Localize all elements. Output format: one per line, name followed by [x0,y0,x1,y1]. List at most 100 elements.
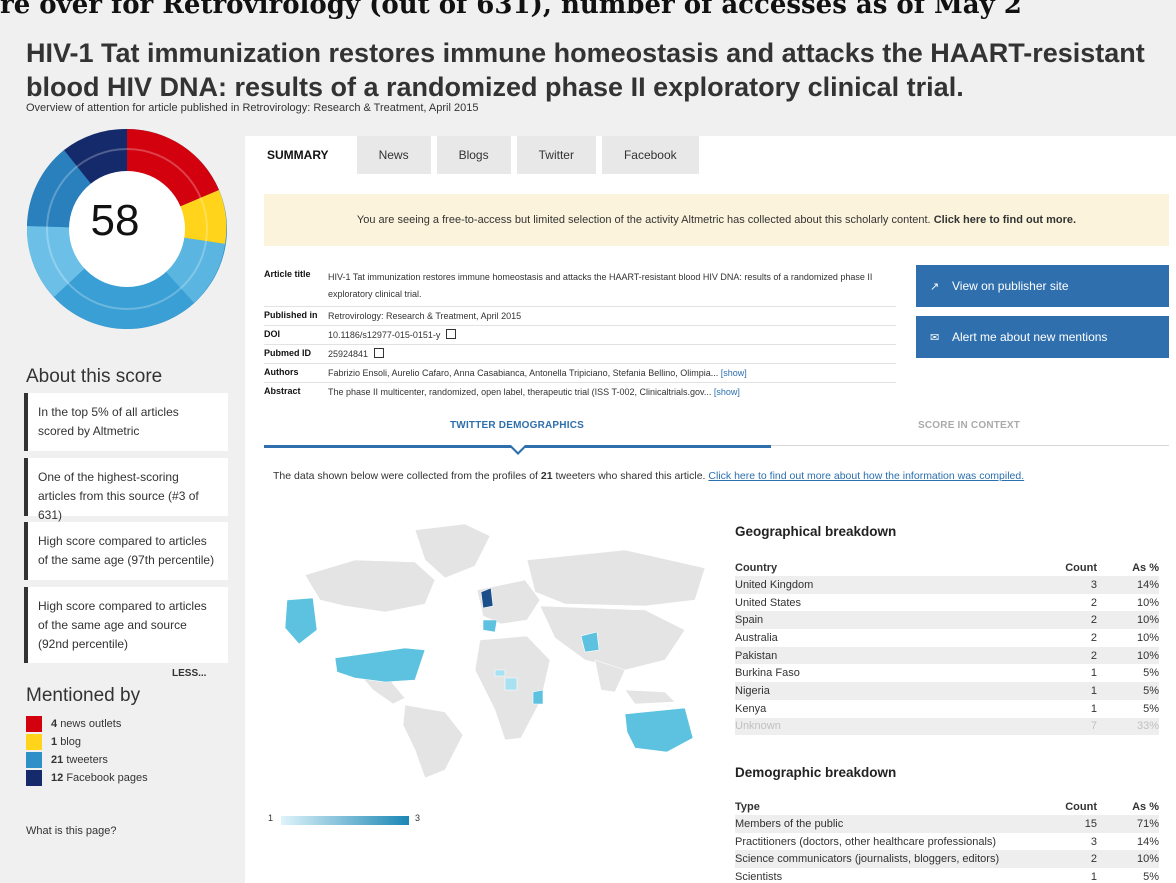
meta-row: DOI 10.1186/s12977-015-0151-y [264,326,896,345]
tab-facebook[interactable]: Facebook [601,136,699,174]
altmetric-score: 58 [90,196,140,245]
mention-label: news outlets [60,718,122,730]
map-canada [304,559,436,613]
mention-label: blog [60,736,81,748]
tab-bar: SUMMARY News Blogs Twitter Facebook [245,136,705,174]
meta-value: HIV-1 Tat immunization restores immune h… [328,272,873,299]
map-alaska [284,597,318,645]
external-link-icon[interactable] [373,348,384,358]
show-abstract-link[interactable]: [show] [714,387,740,397]
cell-count: 2 [1041,646,1097,665]
col-header: Country [735,562,778,574]
map-legend-min: 1 [268,813,274,823]
map-burkina-faso [494,669,506,677]
mention-label: tweeters [66,754,108,766]
map-legend-max: 3 [415,813,421,823]
what-is-this-page-link[interactable]: What is this page? [26,825,117,837]
cell-percent: 5% [1097,682,1159,700]
meta-label: Published in [264,310,318,320]
col-header: As % [1132,562,1159,574]
limited-access-notice: You are seeing a free-to-access but limi… [264,194,1169,246]
table-row: Unknown 7 33% [735,717,1159,736]
table-header-row: Type Count As % [735,798,1159,815]
tab-blogs[interactable]: Blogs [436,136,511,174]
tab-divider [771,445,1169,446]
score-context-item: High score compared to articles of the s… [24,522,228,580]
abstract-value: The phase II multicenter, randomized, op… [328,387,712,397]
intro-text: tweeters who shared this article. [552,470,709,482]
notice-link[interactable]: Click here to find out more. [934,214,1076,226]
table-row: Nigeria 1 5% [735,682,1159,700]
envelope-icon: ✉ [930,332,940,344]
button-label: Alert me about new mentions [952,330,1108,344]
less-link[interactable]: LESS... [172,668,206,679]
geo-heading: Geographical breakdown [735,524,897,539]
table-row: United Kingdom 3 14% [735,576,1159,594]
cell-percent: 10% [1097,850,1159,869]
mention-count: 21 [51,754,64,766]
alert-mentions-button[interactable]: ✉ Alert me about new mentions [916,316,1169,358]
meta-label: Pubmed ID [264,348,312,358]
cell-country: Unknown [735,717,1041,736]
tab-twitter[interactable]: Twitter [516,136,596,174]
altmetric-page: re over for Retrovirology (out of 631), … [0,0,1176,883]
authors-value: Fabrizio Ensoli, Aurelio Cafaro, Anna Ca… [328,368,719,378]
mention-blog[interactable]: 1 blog [26,734,81,750]
demographic-table: Type Count As % Members of the public 15 7… [735,798,1159,883]
page-title: HIV-1 Tat immunization restores immune h… [26,38,1145,102]
mention-twitter[interactable]: 21 tweeters [26,752,108,768]
cell-count: 1 [1041,682,1097,700]
tweeter-count: 21 [540,470,553,482]
tab-twitter-demographics[interactable]: TWITTER DEMOGRAPHICS [450,420,584,431]
article-metadata: Article title HIV-1 Tat immunization res… [264,266,896,401]
about-score-heading: About this score [26,366,163,387]
tab-summary[interactable]: SUMMARY [245,136,351,174]
meta-row: Pubmed ID 25924841 [264,345,896,364]
cell-count: 1 [1090,667,1097,680]
twitter-swatch [26,752,42,768]
mention-count: 12 [51,772,64,784]
demographics-intro: The data shown below were collected from… [273,470,1024,482]
cell-country: Pakistan [735,646,1041,665]
view-publisher-button[interactable]: ↗ View on publisher site [916,265,1169,307]
external-link-icon[interactable] [445,329,456,339]
tab-news[interactable]: News [356,136,431,174]
top-banner-text: re over for Retrovirology (out of 631), … [0,0,1022,20]
mention-facebook[interactable]: 12 Facebook pages [26,770,148,786]
cell-count: 2 [1041,611,1097,630]
cell-count: 15 [1041,815,1097,833]
doi-link[interactable]: 10.1186/s12977-015-0151-y [328,330,440,340]
cell-country: Spain [735,611,1041,630]
col-header: Type [735,801,760,813]
show-authors-link[interactable]: [show] [721,368,747,378]
cell-country: Burkina Faso [735,667,800,680]
demographic-heading: Demographic breakdown [735,765,897,780]
cell-percent: 10% [1097,611,1159,630]
intro-text: The data shown below were collected from… [273,470,541,482]
facebook-swatch [26,770,42,786]
cell-count: 2 [1041,850,1097,869]
cell-percent: 5% [1143,702,1159,715]
score-context-item: One of the highest-scoring articles from… [24,458,228,522]
cell-count: 1 [1090,702,1097,715]
cell-percent: 71% [1097,815,1159,833]
compiled-info-link[interactable]: Click here to find out more about how th… [708,470,1024,482]
mention-news[interactable]: 4 news outlets [26,716,121,732]
map-united-states [334,647,426,683]
table-row: Members of the public 15 71% [735,815,1159,833]
tab-score-in-context[interactable]: SCORE IN CONTEXT [918,420,1020,431]
col-header: Count [1065,801,1097,813]
table-row: Scientists 1 5% [735,868,1159,883]
map-spain [482,619,498,633]
map-south-america [402,704,464,779]
map-legend-gradient [281,816,409,825]
score-context-item: High score compared to articles of the s… [24,587,228,663]
cell-percent: 5% [1143,870,1159,883]
cell-country: Nigeria [735,682,1041,700]
cell-count: 2 [1090,631,1097,644]
world-map [284,523,706,779]
pubmed-link[interactable]: 25924841 [328,349,368,359]
cell-country: Australia [735,631,778,644]
table-row: Burkina Faso 1 5% [735,664,1159,682]
cell-percent: 33% [1097,717,1159,736]
